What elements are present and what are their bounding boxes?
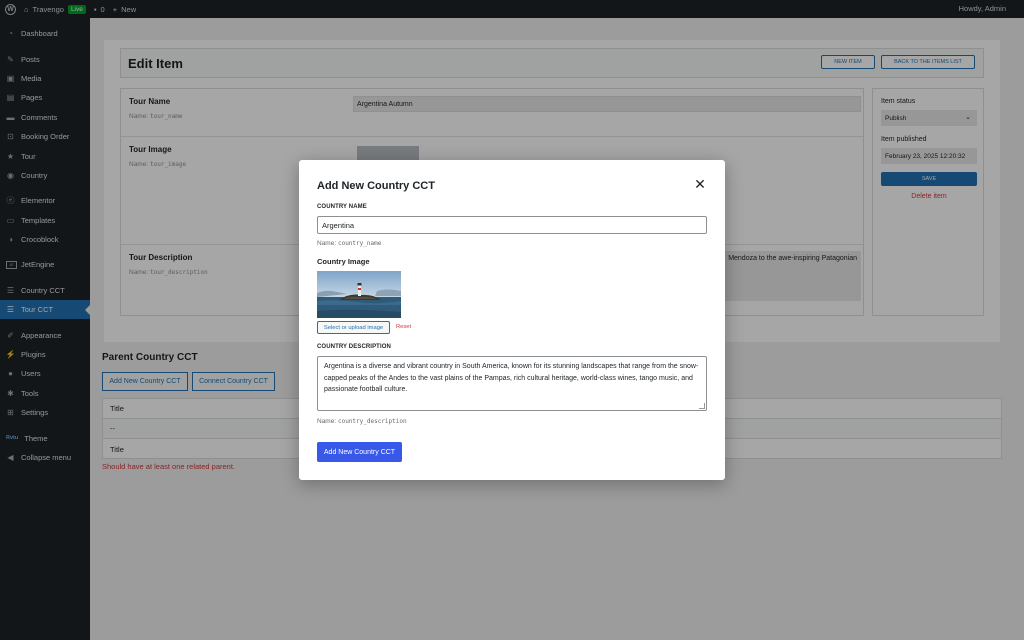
- country-description-hint: Name: country_description: [317, 418, 407, 425]
- resize-handle-icon[interactable]: [699, 403, 705, 409]
- select-image-button[interactable]: Select or upload image: [317, 321, 390, 334]
- lighthouse-image: [317, 271, 401, 318]
- country-name-hint: Name: country_name: [317, 240, 382, 247]
- country-name-input[interactable]: Argentina: [317, 216, 707, 234]
- country-description-textarea[interactable]: Argentina is a diverse and vibrant count…: [317, 356, 707, 411]
- add-country-modal: Add New Country CCT ✕ COUNTRY NAME Argen…: [299, 160, 725, 480]
- country-description-value: Argentina is a diverse and vibrant count…: [324, 363, 699, 393]
- country-image-preview: [317, 271, 401, 318]
- reset-image-link[interactable]: Reset: [396, 324, 411, 330]
- modal-title: Add New Country CCT: [317, 180, 435, 192]
- country-name-label: COUNTRY NAME: [317, 204, 367, 210]
- add-new-country-button[interactable]: Add New Country CCT: [317, 442, 402, 462]
- country-description-label: COUNTRY DESCRIPTION: [317, 344, 391, 350]
- close-icon[interactable]: ✕: [693, 177, 707, 191]
- country-image-label: Country Image: [317, 257, 370, 266]
